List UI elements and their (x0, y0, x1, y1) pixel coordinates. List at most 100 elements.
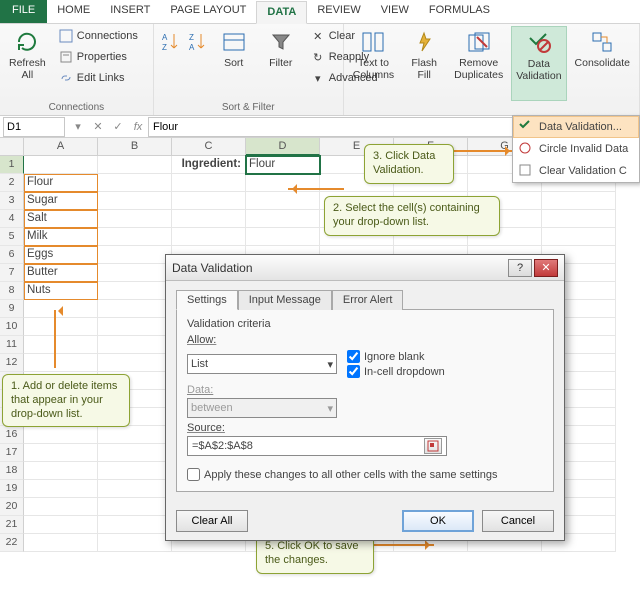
menu-clear-validation[interactable]: Clear Validation C (513, 160, 639, 182)
cell[interactable]: Ingredient: (172, 156, 246, 174)
cell[interactable] (98, 156, 172, 174)
row-header[interactable]: 2 (0, 174, 24, 192)
remove-duplicates-button[interactable]: Remove Duplicates (449, 26, 508, 101)
sort-az-button[interactable]: AZ (158, 26, 182, 101)
source-input[interactable]: =$A$2:$A$8 (187, 436, 447, 456)
cell[interactable] (24, 480, 98, 498)
edit-links-button[interactable]: Edit Links (54, 68, 142, 88)
cell[interactable] (542, 228, 616, 246)
row-header[interactable]: 3 (0, 192, 24, 210)
cell[interactable] (24, 462, 98, 480)
tab-insert[interactable]: INSERT (100, 0, 160, 23)
select-all-corner[interactable] (0, 138, 24, 155)
tab-error-alert[interactable]: Error Alert (332, 290, 404, 310)
row-header[interactable]: 20 (0, 498, 24, 516)
cell[interactable] (172, 192, 246, 210)
range-picker-button[interactable] (424, 438, 442, 454)
cancel-button[interactable]: Cancel (482, 510, 554, 532)
cell[interactable] (24, 318, 98, 336)
name-box[interactable] (3, 117, 65, 137)
ignore-blank-checkbox[interactable]: Ignore blank (347, 350, 543, 363)
cell[interactable]: Salt (24, 210, 98, 228)
cell[interactable]: Flour (24, 174, 98, 192)
row-header[interactable]: 16 (0, 426, 24, 444)
cell[interactable] (98, 534, 172, 552)
cell[interactable] (24, 426, 98, 444)
cell[interactable] (98, 264, 172, 282)
row-header[interactable]: 9 (0, 300, 24, 318)
row-header[interactable]: 8 (0, 282, 24, 300)
cell[interactable] (246, 210, 320, 228)
cell[interactable] (98, 354, 172, 372)
row-header[interactable]: 5 (0, 228, 24, 246)
cell[interactable]: Eggs (24, 246, 98, 264)
cell[interactable] (24, 336, 98, 354)
row-header[interactable]: 10 (0, 318, 24, 336)
properties-button[interactable]: Properties (54, 47, 142, 67)
row-header[interactable]: 21 (0, 516, 24, 534)
cell[interactable] (24, 354, 98, 372)
sort-za-button[interactable]: ZA (185, 26, 209, 101)
cell[interactable] (24, 534, 98, 552)
cell[interactable]: Sugar (24, 192, 98, 210)
cell[interactable] (98, 192, 172, 210)
consolidate-button[interactable]: Consolidate (570, 26, 635, 101)
tab-file[interactable]: FILE (0, 0, 47, 23)
cell[interactable] (246, 228, 320, 246)
tab-review[interactable]: REVIEW (307, 0, 370, 23)
cell[interactable] (542, 210, 616, 228)
row-header[interactable]: 18 (0, 462, 24, 480)
col-header[interactable]: D (246, 138, 320, 155)
cell[interactable] (24, 498, 98, 516)
tab-page-layout[interactable]: PAGE LAYOUT (160, 0, 256, 23)
apply-all-checkbox[interactable]: Apply these changes to all other cells w… (187, 468, 543, 481)
menu-data-validation[interactable]: Data Validation... (513, 116, 639, 138)
cell[interactable] (98, 444, 172, 462)
cell[interactable] (98, 300, 172, 318)
cell[interactable] (98, 228, 172, 246)
tab-formulas[interactable]: FORMULAS (419, 0, 500, 23)
refresh-all-button[interactable]: Refresh All (4, 26, 51, 101)
cell[interactable] (98, 480, 172, 498)
ok-button[interactable]: OK (402, 510, 474, 532)
row-header[interactable]: 17 (0, 444, 24, 462)
tab-home[interactable]: HOME (47, 0, 100, 23)
allow-select[interactable]: List▾ (187, 354, 337, 374)
col-header[interactable]: B (98, 138, 172, 155)
cell[interactable] (98, 210, 172, 228)
namebox-dropdown[interactable]: ▾ (68, 117, 88, 137)
cell[interactable] (246, 192, 320, 210)
menu-circle-invalid[interactable]: Circle Invalid Data (513, 138, 639, 160)
cell[interactable] (172, 228, 246, 246)
row-header[interactable]: 22 (0, 534, 24, 552)
cell[interactable] (172, 210, 246, 228)
col-header[interactable]: A (24, 138, 98, 155)
cell[interactable] (98, 498, 172, 516)
enter-formula-button[interactable]: ✓ (108, 117, 128, 137)
row-header[interactable]: 4 (0, 210, 24, 228)
flash-fill-button[interactable]: Flash Fill (402, 26, 446, 101)
dialog-close-button[interactable]: ✕ (534, 259, 558, 277)
cell[interactable] (98, 174, 172, 192)
cell[interactable] (98, 516, 172, 534)
cancel-formula-button[interactable]: ✕ (88, 117, 108, 137)
cell[interactable] (98, 282, 172, 300)
cell[interactable] (98, 426, 172, 444)
row-header[interactable]: 7 (0, 264, 24, 282)
cell[interactable] (24, 516, 98, 534)
cell[interactable]: Butter (24, 264, 98, 282)
data-validation-button[interactable]: Data Validation (511, 26, 566, 101)
row-header[interactable]: 6 (0, 246, 24, 264)
cell[interactable] (172, 174, 246, 192)
cell[interactable] (542, 192, 616, 210)
cell[interactable] (98, 246, 172, 264)
text-to-columns-button[interactable]: Text to Columns (348, 26, 399, 101)
row-header[interactable]: 1 (0, 156, 24, 174)
tab-input-message[interactable]: Input Message (238, 290, 332, 310)
dialog-help-button[interactable]: ? (508, 259, 532, 277)
cell[interactable] (24, 444, 98, 462)
cell[interactable] (98, 336, 172, 354)
tab-data[interactable]: DATA (256, 1, 307, 24)
clear-all-button[interactable]: Clear All (176, 510, 248, 532)
cell[interactable] (98, 462, 172, 480)
